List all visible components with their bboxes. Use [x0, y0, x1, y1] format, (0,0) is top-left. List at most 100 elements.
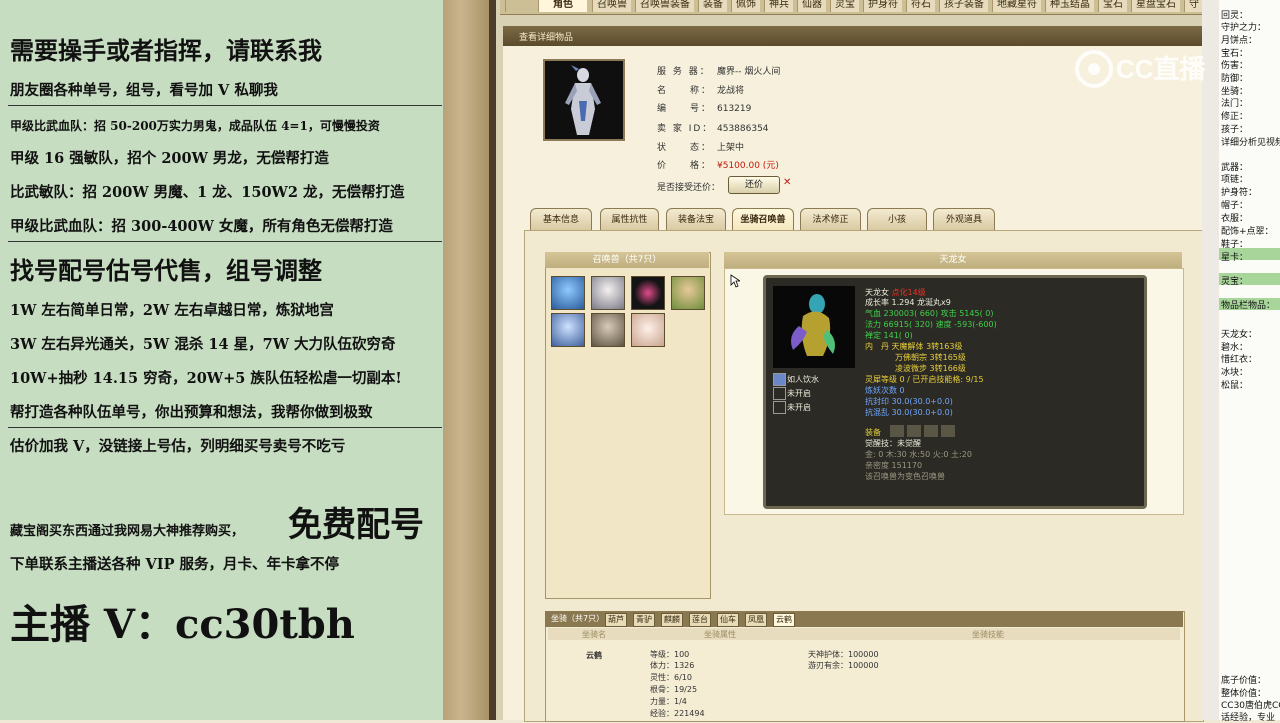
tab-amulet[interactable]: 护身符	[863, 0, 902, 12]
notes-line: 孩子：	[1221, 125, 1249, 135]
pet-icon[interactable]	[631, 313, 665, 347]
notes-line: 月饼点：	[1221, 36, 1258, 46]
ad-heading: 找号配号估号代售，组号调整	[10, 256, 322, 285]
tab-child[interactable]: 小孩	[867, 208, 927, 231]
pet-icon[interactable]	[631, 276, 665, 310]
tab-jade[interactable]: 种玉结晶	[1045, 0, 1094, 12]
notes-line: 守护之力：	[1221, 23, 1267, 33]
pet-list-title: 召唤兽（共7只）	[545, 252, 709, 268]
tab-child-equip[interactable]: 孩子装备	[939, 0, 988, 12]
ad-line: 藏宝阁买东西通过我网易大神推荐购买，	[10, 524, 245, 539]
pet-skill-1: 如人饮水	[787, 375, 819, 384]
tab-role[interactable]: 角色	[538, 0, 587, 12]
mount-tab[interactable]: 青驴	[633, 613, 655, 627]
notes-line: 衣服：	[1221, 214, 1249, 224]
tab-equipment[interactable]: 装备法宝	[666, 208, 726, 231]
tab-mount-pet[interactable]: 坐骑召唤兽	[732, 208, 794, 231]
pet-skill-3: 未开启	[787, 403, 811, 412]
mount-attr: 经验：221494	[650, 709, 705, 718]
svg-text:CC直播: CC直播	[1116, 54, 1207, 84]
ad-line: 甲级比武血队：招 300-400W 女魔，所有角色无偿帮打造	[10, 218, 393, 235]
equip-slot[interactable]	[890, 425, 904, 437]
ad-line: 朋友圈各种单号，组号，看号加 V 私聊我	[10, 82, 278, 99]
pet-icon[interactable]	[551, 276, 585, 310]
equip-slot[interactable]	[924, 425, 938, 437]
pet-icon[interactable]	[591, 276, 625, 310]
notes-line: 灵宝：	[1221, 277, 1249, 287]
mount-tab[interactable]: 麒麟	[661, 613, 683, 627]
tab-immortal[interactable]: 仙器	[797, 0, 826, 12]
notes-line: 惜红衣：	[1221, 355, 1258, 365]
mount-tab[interactable]: 云鹤	[773, 613, 795, 627]
pet-equip-label: 装备	[865, 428, 881, 437]
skill-slot-empty[interactable]	[773, 401, 786, 414]
pet-icon[interactable]	[671, 276, 705, 310]
mount-attr: 体力：1326	[650, 661, 695, 670]
tab-accessory[interactable]: 佩饰	[731, 0, 760, 12]
notes-line: 详细分析见视频	[1221, 138, 1280, 148]
tab-pet-equip[interactable]: 召唤兽装备	[635, 0, 694, 12]
divider	[8, 105, 442, 106]
tab-basic-info[interactable]: 基本信息	[530, 208, 592, 231]
price-row: 价 格： ¥5100.00 (元)	[657, 161, 779, 171]
mount-tab[interactable]: 莲台	[689, 613, 711, 627]
tab-attributes[interactable]: 属性抗性	[600, 208, 659, 231]
pet-resist-seal: 抗封印 30.0(30.0+0.0)	[865, 397, 953, 406]
pet-dan-2: 万佛朝宗 3转165级	[895, 353, 966, 362]
counter-offer-label: 是否接受还价：	[657, 183, 721, 193]
ad-line: 帮打造各种队伍单号，你出预算和想法，我帮你做到极致	[10, 404, 373, 421]
divider	[8, 241, 442, 242]
ad-highlight: 免费配号	[288, 505, 424, 545]
pet-mp: 法力 66915( 320) 速度 -593(-600)	[865, 320, 997, 329]
notes-line: 法门：	[1221, 99, 1249, 109]
mount-attr: 灵性：6/10	[650, 673, 692, 682]
pet-icon[interactable]	[551, 313, 585, 347]
notes-line: 项链：	[1221, 175, 1249, 185]
mount-tab[interactable]: 仙车	[717, 613, 739, 627]
pet-dan-1: 内 丹 天魔解体 3转163级	[865, 342, 963, 351]
tab-spell[interactable]: 法术修正	[800, 208, 861, 231]
notes-line: 底子价值：	[1221, 676, 1267, 686]
tab-equip[interactable]: 装备	[698, 0, 727, 12]
server-row: 服 务 器： 魔界-- 烟火人间	[657, 67, 781, 77]
mount-table-header: 坐骑名 坐骑属性 坐骑技能	[548, 628, 1180, 640]
notes-line: 鞋子：	[1221, 240, 1249, 250]
character-avatar	[543, 59, 625, 141]
tab-rune[interactable]: 符石	[906, 0, 935, 12]
equip-slot[interactable]	[941, 425, 955, 437]
equip-slot[interactable]	[907, 425, 921, 437]
pet-icon[interactable]	[591, 313, 625, 347]
detail-title-bar: 查看详细物品	[503, 26, 1202, 46]
skill-slot-empty[interactable]	[773, 387, 786, 400]
category-tabs: 角色 召唤兽 召唤兽装备 装备 佩饰 神兵 仙器 灵宝 护身符 符石 孩子装备 …	[500, 0, 1205, 15]
pet-awaken: 觉醒技：未觉醒	[865, 439, 921, 448]
notes-line: 话经验，专业	[1221, 713, 1276, 723]
mount-attr: 力量：1/4	[650, 697, 687, 706]
mount-tab[interactable]: 凤凰	[745, 613, 767, 627]
notes-line: 松鼠：	[1221, 381, 1249, 391]
skill-icon[interactable]	[773, 373, 786, 386]
counter-offer-button[interactable]: 还价	[728, 176, 780, 194]
mount-tabs: 坐骑（共7只） 葫芦 青驴 麒麟 莲台 仙车 凤凰 云鹤	[545, 611, 1183, 627]
mount-col-skill: 坐骑技能	[972, 630, 1004, 639]
status-row: 状 态： 上架中	[657, 143, 745, 153]
tab-pet[interactable]: 召唤兽	[592, 0, 631, 12]
pet-resist-chaos: 抗混乱 30.0(30.0+0.0)	[865, 408, 953, 417]
tab-star-gem[interactable]: 星盘宝石	[1131, 0, 1180, 12]
cursor-icon	[730, 274, 740, 288]
ad-line: 比武敏队：招 200W 男魔、1 龙、150W2 龙，无偿帮打造	[10, 184, 405, 201]
notes-line: 冰块：	[1221, 368, 1249, 378]
pet-elements: 金: 0 木:30 水:50 火:0 土:20	[865, 450, 972, 459]
pet-dan-3: 凌波微步 3转166级	[895, 364, 966, 373]
tab-star[interactable]: 地藏星符	[992, 0, 1041, 12]
close-icon[interactable]: ✕	[783, 177, 791, 188]
notes-line: 物品栏物品：	[1221, 301, 1276, 311]
ad-line: 甲级比武血队：招 50-200万实力男鬼，成品队伍 4=1，可慢慢投资	[10, 119, 380, 133]
tab-weapon[interactable]: 神兵	[764, 0, 793, 12]
tab-appearance[interactable]: 外观道具	[933, 208, 995, 231]
ad-line: 3W 左右异光通关，5W 混杀 14 星，7W 大力队伍砍穷奇	[10, 336, 396, 353]
notes-line: 修正：	[1221, 112, 1249, 122]
mount-tab[interactable]: 葫芦	[605, 613, 627, 627]
tab-gem[interactable]: 宝石	[1098, 0, 1127, 12]
tab-lingbao[interactable]: 灵宝	[830, 0, 859, 12]
